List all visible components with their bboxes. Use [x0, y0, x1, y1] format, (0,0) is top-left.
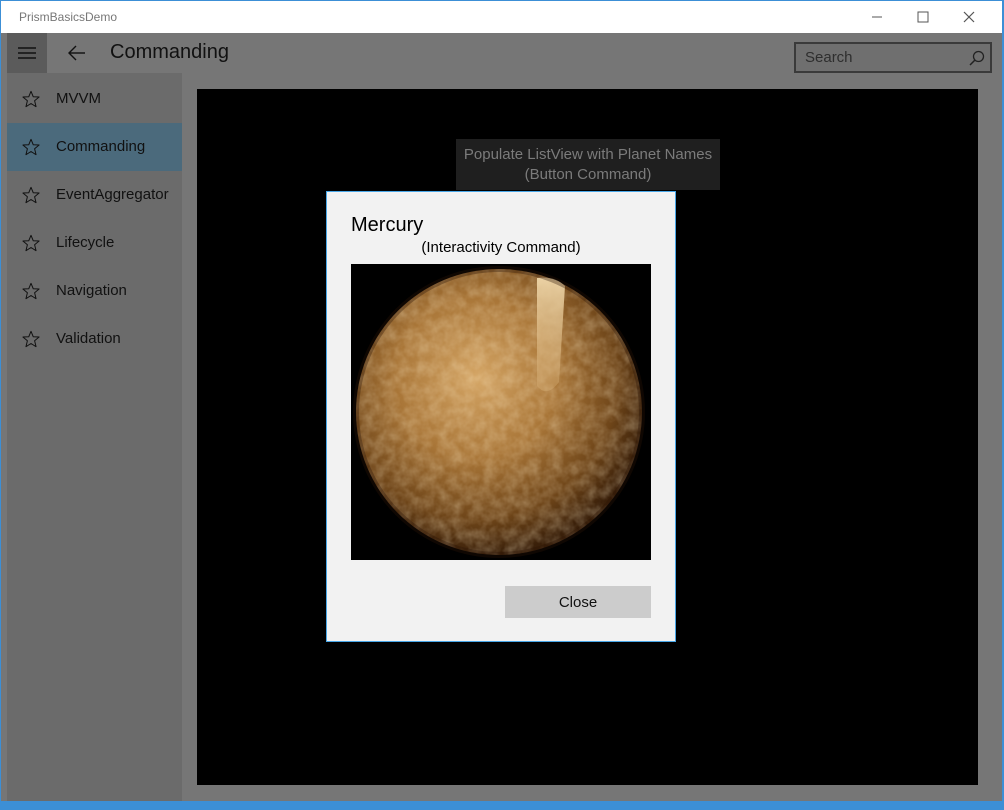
back-arrow-icon	[68, 45, 85, 61]
sidebar-item-navigation[interactable]: Navigation	[7, 267, 182, 315]
search-box[interactable]	[794, 42, 992, 73]
hamburger-icon	[18, 47, 36, 59]
sidebar-item-label: EventAggregator	[56, 186, 169, 203]
search-input[interactable]	[796, 44, 966, 71]
star-icon	[22, 186, 40, 204]
sidebar-item-label: Lifecycle	[56, 234, 115, 251]
hamburger-menu-button[interactable]	[7, 33, 47, 73]
sidebar-item-validation[interactable]: Validation	[7, 315, 182, 363]
sidebar: MVVM Commanding EventAggregator Lifecycl…	[7, 73, 182, 801]
app-window: PrismBasicsDemo Commanding Search MVVM C…	[1, 1, 1002, 801]
sidebar-item-label: Validation	[56, 330, 121, 347]
sidebar-item-label: Navigation	[56, 282, 127, 299]
populate-button-line2: (Button Command)	[524, 166, 652, 183]
sidebar-item-label: Commanding	[56, 138, 146, 155]
close-window-button[interactable]	[946, 1, 992, 33]
minimize-button[interactable]	[854, 1, 900, 33]
close-icon	[963, 11, 975, 23]
sidebar-item-eventaggregator[interactable]: EventAggregator	[7, 171, 182, 219]
sidebar-item-label: MVVM	[56, 90, 101, 107]
app-body: Commanding MVVM Commanding EventAggregat	[1, 33, 1002, 801]
sidebar-item-commanding[interactable]: Commanding	[7, 123, 182, 171]
sidebar-item-mvvm[interactable]: MVVM	[7, 75, 182, 123]
sidebar-item-lifecycle[interactable]: Lifecycle	[7, 219, 182, 267]
dialog-subtitle: (Interactivity Command)	[421, 239, 581, 256]
page-title: Commanding	[110, 41, 229, 63]
back-button[interactable]	[61, 37, 93, 69]
app-header: Commanding	[1, 33, 1002, 73]
star-icon	[22, 282, 40, 300]
maximize-button[interactable]	[900, 1, 946, 33]
search-icon[interactable]	[968, 49, 986, 67]
maximize-icon	[917, 11, 929, 23]
dialog-title: Mercury	[351, 214, 424, 236]
populate-listview-button[interactable]: Populate ListView with Planet Names (But…	[456, 139, 720, 190]
star-icon	[22, 90, 40, 108]
window-title: PrismBasicsDemo	[19, 10, 118, 24]
minimize-icon	[872, 16, 882, 18]
close-button[interactable]: Close	[505, 586, 651, 618]
planet-dialog: Mercury (Interactivity Command) Close	[326, 191, 676, 642]
populate-button-line1: Populate ListView with Planet Names	[463, 146, 713, 163]
star-icon	[22, 330, 40, 348]
star-icon	[22, 234, 40, 252]
star-icon	[22, 138, 40, 156]
mercury-planet-image	[353, 266, 645, 558]
planet-image-frame	[351, 264, 651, 560]
title-bar[interactable]: PrismBasicsDemo	[1, 1, 1002, 33]
